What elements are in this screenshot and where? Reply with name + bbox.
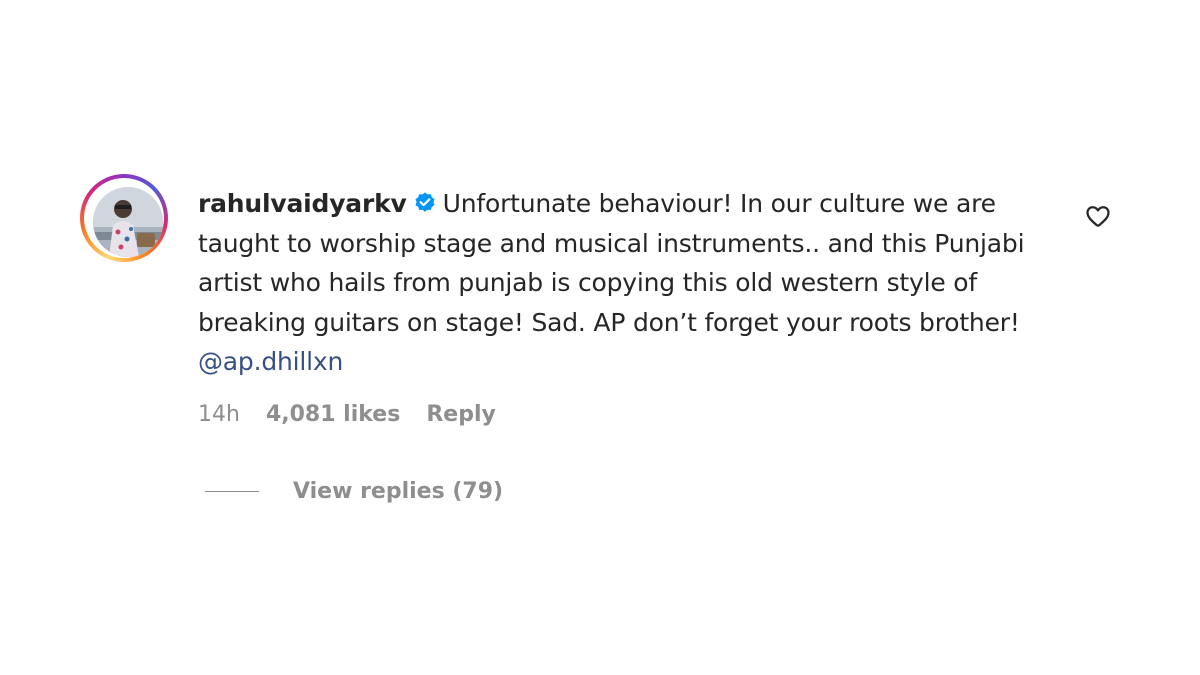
comment-meta: 14h 4,081 likes Reply <box>198 398 496 430</box>
comment-page: rahulvaidyarkv Unfortunate behaviour! In … <box>0 0 1200 675</box>
comment-username[interactable]: rahulvaidyarkv <box>198 189 407 218</box>
reply-button[interactable]: Reply <box>426 402 496 427</box>
comment-body: rahulvaidyarkv Unfortunate behaviour! In … <box>198 184 1058 382</box>
view-replies-button[interactable]: View replies (79) <box>205 474 503 508</box>
verified-badge-icon <box>413 187 437 212</box>
avatar-gap <box>84 178 164 258</box>
avatar[interactable] <box>93 187 163 257</box>
avatar-image <box>93 187 163 257</box>
story-ring[interactable] <box>80 174 168 262</box>
comment-timestamp[interactable]: 14h <box>198 402 240 427</box>
heart-outline-icon[interactable] <box>1084 202 1112 230</box>
replies-divider-line <box>205 490 259 492</box>
comment-likes-count[interactable]: 4,081 likes <box>266 402 400 427</box>
comment-mention-link[interactable]: @ap.dhillxn <box>198 347 343 376</box>
view-replies-label: View replies (79) <box>293 478 504 504</box>
